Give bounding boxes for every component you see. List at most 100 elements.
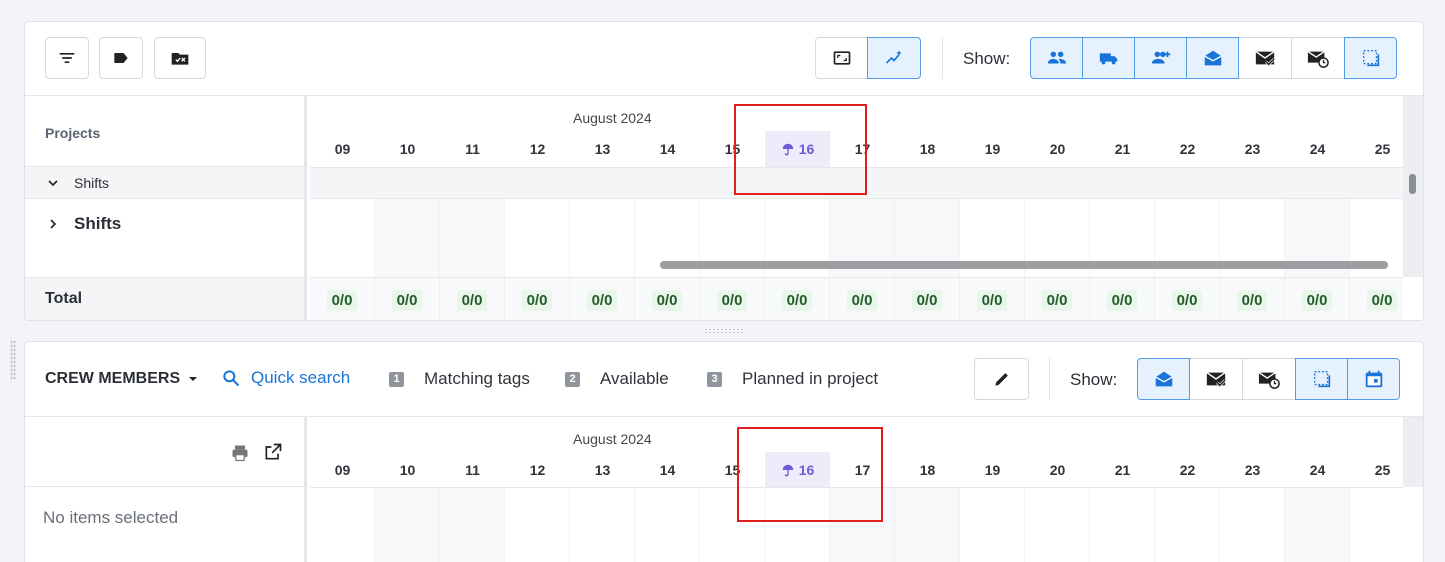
tag-button[interactable] xyxy=(99,37,143,79)
day-column[interactable] xyxy=(570,488,635,562)
show-pending-toggle[interactable] xyxy=(1243,358,1296,400)
vertical-scrollbar[interactable] xyxy=(1403,96,1423,277)
quick-search-button[interactable]: Quick search xyxy=(221,368,350,388)
total-value: 0/0 xyxy=(456,289,488,311)
show-calendar-toggle[interactable] xyxy=(1347,358,1400,400)
insights-button[interactable] xyxy=(867,37,921,79)
day-header[interactable]: 21 xyxy=(1090,452,1155,487)
total-cell: 0/0 xyxy=(570,278,635,320)
day-number: 09 xyxy=(334,461,351,478)
total-cell: 0/0 xyxy=(635,278,700,320)
select-area-icon xyxy=(1313,370,1330,388)
day-header[interactable]: 13 xyxy=(570,452,635,487)
day-header[interactable]: 14 xyxy=(635,452,700,487)
show-pending-toggle[interactable] xyxy=(1292,37,1345,79)
day-column[interactable] xyxy=(505,488,570,562)
show-vehicles-toggle[interactable] xyxy=(1082,37,1135,79)
day-header[interactable]: 20 xyxy=(1025,452,1090,487)
fit-screen-button[interactable] xyxy=(815,37,868,79)
legend-1[interactable]: 1 Matching tags xyxy=(389,369,530,389)
day-header[interactable]: 25 xyxy=(1350,131,1403,167)
day-header[interactable]: 09 xyxy=(310,452,375,487)
day-column[interactable] xyxy=(1220,488,1285,562)
day-header[interactable]: 12 xyxy=(505,452,570,487)
day-header[interactable]: 13 xyxy=(570,131,635,167)
select-area-icon xyxy=(1362,49,1379,67)
side-drag-handle[interactable] xyxy=(10,340,16,380)
show-invitations-toggle[interactable] xyxy=(1186,37,1239,79)
month-label: August 2024 xyxy=(573,110,652,126)
chevron-down-icon[interactable] xyxy=(47,177,59,189)
day-header[interactable]: 19 xyxy=(960,452,1025,487)
show-confirmed-toggle[interactable] xyxy=(1239,37,1292,79)
day-column[interactable] xyxy=(1025,488,1090,562)
folder-filter-button[interactable] xyxy=(154,37,206,79)
fit-screen-icon xyxy=(833,51,850,65)
day-header[interactable]: 09 xyxy=(310,131,375,167)
show-confirmed-toggle[interactable] xyxy=(1190,358,1243,400)
day-column[interactable] xyxy=(1090,488,1155,562)
print-icon[interactable] xyxy=(230,443,250,463)
crew-members-dropdown[interactable]: CREW MEMBERS xyxy=(45,370,198,388)
panel-resize-handle[interactable] xyxy=(704,328,744,334)
day-column[interactable] xyxy=(1285,488,1350,562)
shifts-group-row[interactable]: Shifts xyxy=(25,167,307,199)
day-column[interactable] xyxy=(895,488,960,562)
day-number: 24 xyxy=(1309,141,1326,157)
show-invitations-toggle[interactable] xyxy=(1137,358,1190,400)
day-header[interactable]: 22 xyxy=(1155,131,1220,167)
day-header[interactable]: 24 xyxy=(1285,131,1350,167)
day-header[interactable]: 14 xyxy=(635,131,700,167)
day-column[interactable] xyxy=(1350,488,1403,562)
day-header[interactable]: 19 xyxy=(960,131,1025,167)
show-selection-toggle[interactable] xyxy=(1295,358,1348,400)
total-cell: 0/0 xyxy=(1285,278,1350,320)
day-column[interactable] xyxy=(310,199,375,277)
day-number: 19 xyxy=(984,141,1001,157)
day-column[interactable] xyxy=(440,488,505,562)
legend-number: 3 xyxy=(707,371,722,387)
day-column[interactable] xyxy=(440,199,505,277)
day-column[interactable] xyxy=(375,488,440,562)
day-column[interactable] xyxy=(375,199,440,277)
day-header[interactable]: 25 xyxy=(1350,452,1403,487)
total-cell: 0/0 xyxy=(375,278,440,320)
show-selection-toggle[interactable] xyxy=(1344,37,1397,79)
day-header[interactable]: 11 xyxy=(440,131,505,167)
day-column[interactable] xyxy=(960,488,1025,562)
total-cell: 0/0 xyxy=(1220,278,1285,320)
day-header[interactable]: 24 xyxy=(1285,452,1350,487)
filter-button[interactable] xyxy=(45,37,89,79)
day-header[interactable]: 10 xyxy=(375,131,440,167)
day-header[interactable]: 21 xyxy=(1090,131,1155,167)
day-header[interactable]: 22 xyxy=(1155,452,1220,487)
legend-3[interactable]: 3 Planned in project xyxy=(707,369,878,389)
day-header[interactable]: 23 xyxy=(1220,131,1285,167)
chevron-right-icon[interactable] xyxy=(47,218,59,230)
day-column[interactable] xyxy=(570,199,635,277)
day-column[interactable] xyxy=(505,199,570,277)
open-external-icon[interactable] xyxy=(263,442,283,462)
day-number: 18 xyxy=(919,141,936,157)
mail-check-icon xyxy=(1206,372,1227,388)
legend-number: 1 xyxy=(389,371,404,387)
edit-button[interactable] xyxy=(974,358,1029,400)
shifts-row[interactable]: Shifts xyxy=(25,199,307,277)
day-column[interactable] xyxy=(310,488,375,562)
day-number: 22 xyxy=(1179,141,1196,157)
group-label: Shifts xyxy=(74,175,110,191)
day-header[interactable]: 18 xyxy=(895,452,960,487)
day-header[interactable]: 20 xyxy=(1025,131,1090,167)
day-header[interactable]: 23 xyxy=(1220,452,1285,487)
horizontal-scrollbar[interactable] xyxy=(660,261,1388,269)
filter-icon xyxy=(59,53,75,64)
legend-2[interactable]: 2 Available xyxy=(565,369,669,389)
day-header[interactable]: 10 xyxy=(375,452,440,487)
day-column[interactable] xyxy=(1155,488,1220,562)
show-add-crew-toggle[interactable] xyxy=(1134,37,1187,79)
day-header[interactable]: 18 xyxy=(895,131,960,167)
day-header[interactable]: 12 xyxy=(505,131,570,167)
show-people-toggle[interactable] xyxy=(1030,37,1083,79)
day-header[interactable]: 11 xyxy=(440,452,505,487)
day-column[interactable] xyxy=(635,488,700,562)
